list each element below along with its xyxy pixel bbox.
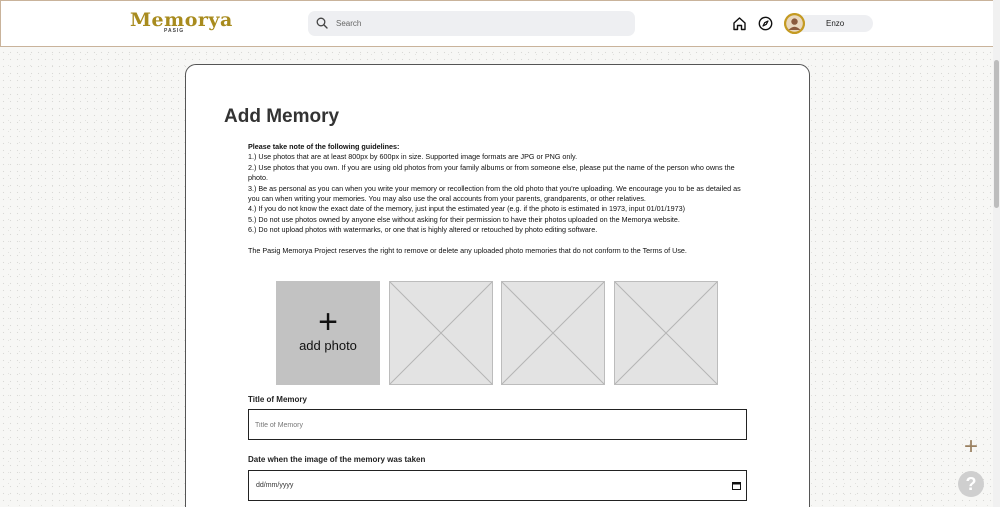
home-icon[interactable] <box>732 16 747 31</box>
add-photo-label: add photo <box>299 338 357 353</box>
brand-logo[interactable]: Memorya PASIG <box>130 9 232 37</box>
photo-placeholder <box>614 281 718 385</box>
help-icon: ? <box>965 474 977 494</box>
help-button[interactable]: ? <box>958 471 984 497</box>
date-field[interactable]: dd/mm/yyyy <box>248 470 747 501</box>
guidelines: Please take note of the following guidel… <box>248 142 753 256</box>
title-label: Title of Memory <box>248 395 307 404</box>
scroll-thumb[interactable] <box>994 60 999 208</box>
title-input[interactable] <box>255 417 725 433</box>
image-placeholder-icon <box>390 282 492 384</box>
date-label: Date when the image of the memory was ta… <box>248 455 426 464</box>
plus-icon: + <box>963 433 978 460</box>
plus-icon: + <box>318 303 338 341</box>
guideline-item: 2.) Use photos that you own. If you are … <box>248 162 735 183</box>
user-avatar[interactable] <box>784 13 805 34</box>
user-name: Enzo <box>826 19 845 28</box>
guidelines-heading: Please take note of the following guidel… <box>248 142 400 151</box>
guideline-item: 5.) Do not use photos owned by anyone el… <box>248 214 680 224</box>
image-placeholder-icon <box>502 282 604 384</box>
guideline-item: 1.) Use photos that are at least 800px b… <box>248 152 578 162</box>
scrollbar[interactable] <box>993 0 1000 507</box>
date-input[interactable]: dd/mm/yyyy <box>256 482 293 489</box>
search-icon <box>316 17 328 29</box>
terms-note: The Pasig Memorya Project reserves the r… <box>248 245 687 255</box>
floating-add-button[interactable]: + <box>961 435 981 459</box>
guideline-item: 3.) Be as personal as you can when you w… <box>248 183 741 204</box>
calendar-icon[interactable] <box>732 481 741 490</box>
photo-placeholder <box>389 281 493 385</box>
guideline-item: 4.) If you do not know the exact date of… <box>248 204 685 214</box>
compass-icon[interactable] <box>758 16 773 31</box>
page-title: Add Memory <box>224 106 340 127</box>
guideline-item: 6.) Do not upload photos with watermarks… <box>248 225 598 235</box>
search-bar[interactable] <box>308 11 635 36</box>
brand-subtitle: PASIG <box>164 28 185 34</box>
title-field[interactable] <box>248 409 747 440</box>
image-placeholder-icon <box>615 282 717 384</box>
search-input[interactable] <box>336 15 626 32</box>
photo-placeholder <box>501 281 605 385</box>
add-photo-button[interactable]: + add photo <box>276 281 380 385</box>
